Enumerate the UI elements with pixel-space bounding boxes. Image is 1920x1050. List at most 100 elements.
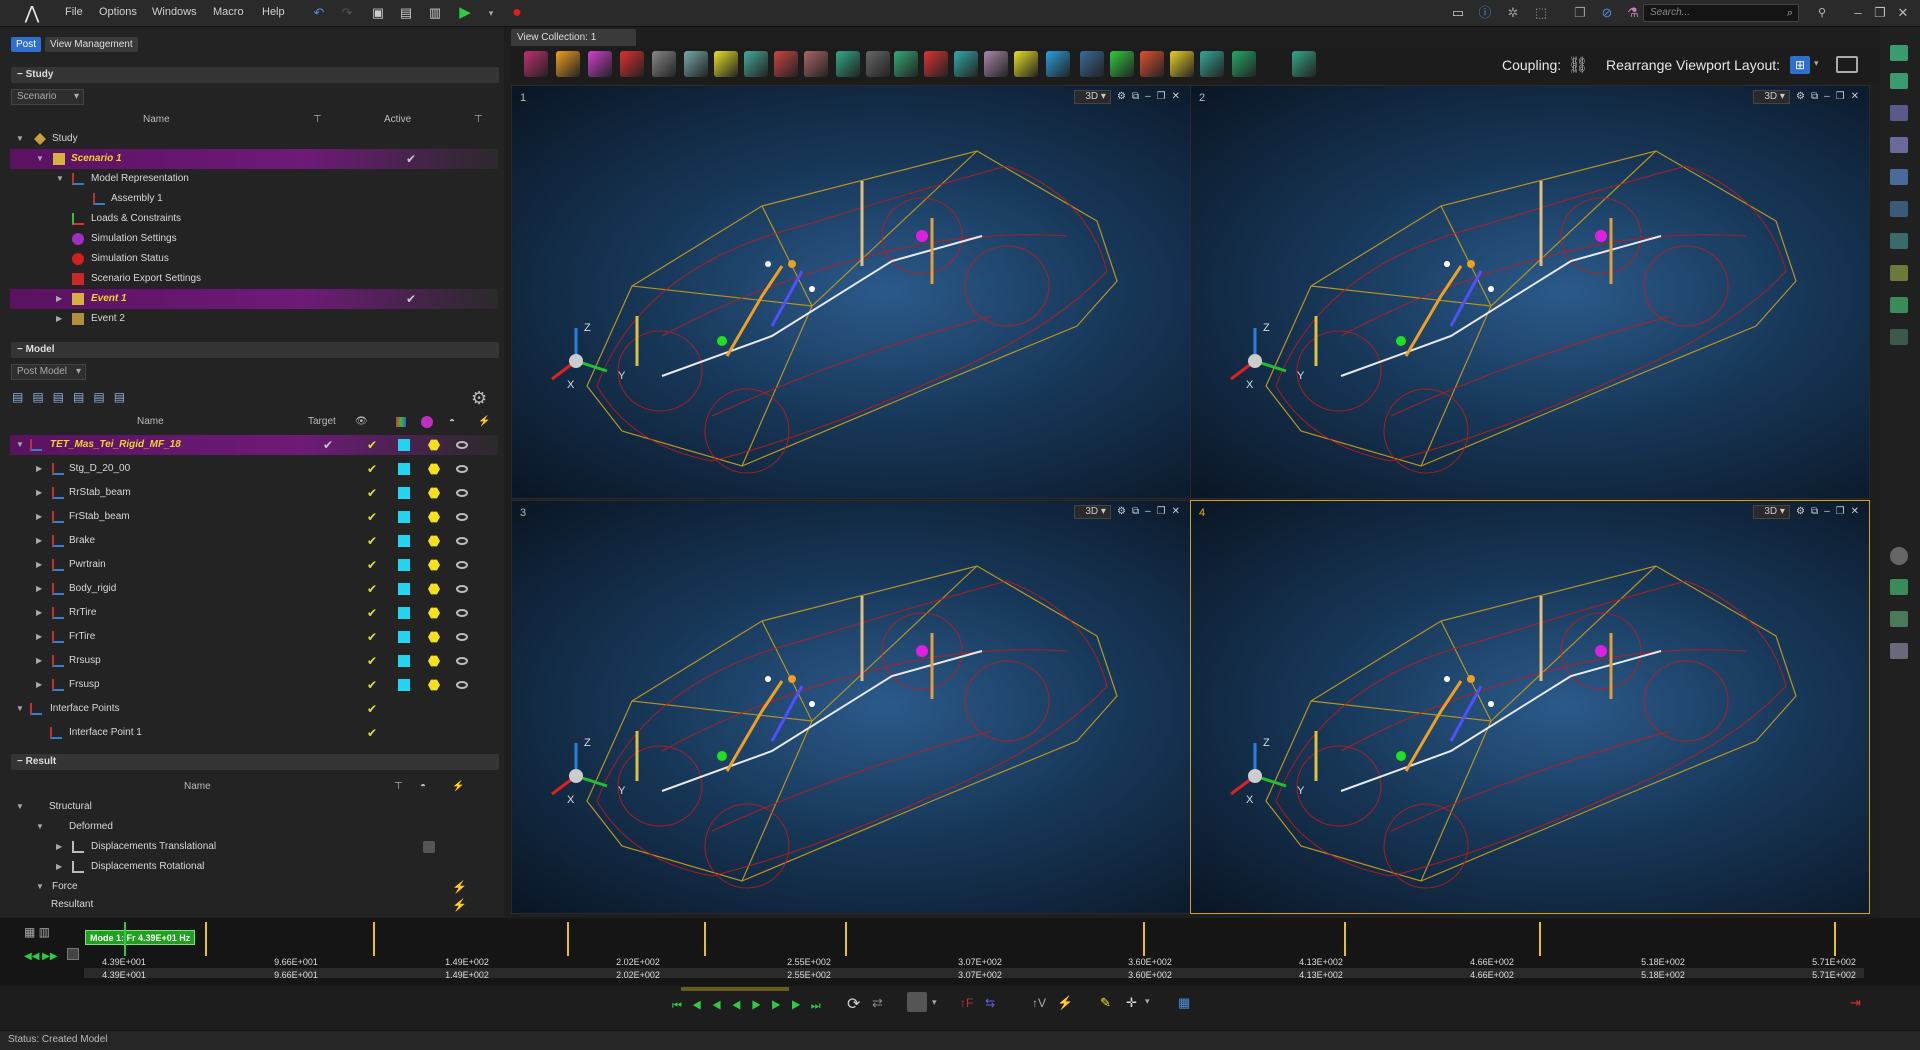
model-row[interactable]: ▶ RrStab_beam ✔ xyxy=(10,483,498,503)
loop-icon[interactable]: ⟳ xyxy=(847,994,860,1014)
result-icon[interactable]: ⚡ xyxy=(452,877,467,897)
expand-icon[interactable]: ▼ xyxy=(36,817,44,837)
result-icon[interactable]: ⚡ xyxy=(1057,995,1073,1011)
copy-icon[interactable]: ❐ xyxy=(1570,4,1590,22)
model-col-name[interactable]: Name xyxy=(137,416,164,427)
target-check[interactable]: ✔ xyxy=(323,435,333,455)
tree-item-displacements-translational[interactable]: ▶ Displacements Translational xyxy=(10,837,498,857)
material-col-icon[interactable] xyxy=(421,416,433,428)
expand-icon[interactable]: ▶ xyxy=(56,309,62,329)
active-check[interactable]: ✔ xyxy=(406,289,416,309)
expand-icon[interactable]: ▼ xyxy=(16,435,24,455)
layer-icon[interactable] xyxy=(1080,51,1104,77)
expand-icon[interactable]: ▼ xyxy=(36,149,44,169)
model-row[interactable]: Interface Point 1 ✔ xyxy=(10,723,498,743)
pencil-icon[interactable]: ✎ xyxy=(1100,995,1111,1011)
trace-icon[interactable]: ↑V xyxy=(1032,996,1046,1010)
tree-item-study[interactable]: ▼ Study xyxy=(10,129,498,149)
sphere-icon[interactable] xyxy=(556,51,580,77)
record-icon[interactable]: ● xyxy=(507,4,527,22)
material-icon[interactable] xyxy=(428,463,440,475)
light-icon[interactable] xyxy=(1170,51,1194,77)
mode-marker[interactable] xyxy=(1834,922,1836,956)
table-icon[interactable]: ▦ xyxy=(1178,995,1190,1011)
visibility-check[interactable]: ✔ xyxy=(367,579,377,599)
expand-icon[interactable]: ▶ xyxy=(36,651,42,671)
vector-icon[interactable]: ⇆ xyxy=(985,996,995,1010)
grid-layout-icon[interactable]: ⊞ xyxy=(1790,56,1810,74)
tab-post[interactable]: Post xyxy=(11,37,42,52)
vehicle-model[interactable] xyxy=(512,86,1191,499)
mode-marker[interactable] xyxy=(373,922,375,956)
visibility-check[interactable]: ✔ xyxy=(367,603,377,623)
tree-item-structural[interactable]: ▼ Structural xyxy=(10,797,498,817)
exit-icon[interactable]: ⇥ xyxy=(1850,995,1861,1011)
mode-marker[interactable] xyxy=(1539,922,1541,956)
force-arrow-icon[interactable]: ↑F xyxy=(960,996,973,1010)
mode-marker[interactable] xyxy=(1344,922,1346,956)
render-icon[interactable] xyxy=(524,51,548,77)
tree-item-displacements-rotational[interactable]: ▶ Displacements Rotational xyxy=(10,857,498,877)
frame-icon[interactable]: ⬚ xyxy=(1531,4,1551,22)
transparency-icon[interactable] xyxy=(456,537,468,545)
transparency-icon[interactable] xyxy=(456,609,468,617)
search-options-icon[interactable]: ⚲ xyxy=(1812,4,1832,22)
transparency-icon[interactable] xyxy=(456,489,468,497)
visibility-col-icon[interactable]: 👁 xyxy=(355,416,368,427)
model-row[interactable]: ▶ FrTire ✔ xyxy=(10,627,498,647)
solver-icon[interactable] xyxy=(1292,51,1316,77)
chevron-down-icon[interactable]: ▾ xyxy=(932,997,937,1008)
tree-item-simulation-status[interactable]: Simulation Status xyxy=(10,249,498,269)
color-swatch[interactable] xyxy=(398,439,410,451)
color-swatch[interactable] xyxy=(398,607,410,619)
visibility-check[interactable]: ✔ xyxy=(367,723,377,743)
force-icon[interactable] xyxy=(984,51,1008,77)
material-icon[interactable] xyxy=(428,679,440,691)
box-icon[interactable] xyxy=(652,51,676,77)
model-row[interactable]: ▼ TET_Mas_Tei_Rigid_MF_18 ✔ ✔ xyxy=(10,435,498,455)
layers-icon[interactable] xyxy=(1890,579,1908,595)
study-section-header[interactable]: − Study xyxy=(11,67,499,83)
model-row[interactable]: ▶ FrStab_beam ✔ xyxy=(10,507,498,527)
chevron-down-icon[interactable]: ▾ xyxy=(1145,996,1150,1007)
search-input[interactable]: Search... xyxy=(1643,4,1799,22)
timeline-settings-icon[interactable] xyxy=(67,948,79,960)
color-col-icon[interactable] xyxy=(396,417,406,427)
expand-icon[interactable]: ▶ xyxy=(56,857,62,877)
beam-icon[interactable] xyxy=(866,51,890,77)
measure-icon[interactable] xyxy=(1890,265,1908,281)
transparency-col-icon[interactable]: ◓ xyxy=(449,416,455,427)
filter-icon[interactable]: ⊤ xyxy=(394,781,403,792)
transparency-icon[interactable] xyxy=(456,657,468,665)
result-col-icon[interactable]: ⚡ xyxy=(452,781,464,792)
model-toolbar-icons[interactable]: ▤▤▤▤▤▤ xyxy=(12,390,172,406)
graph-icon[interactable] xyxy=(1140,51,1164,77)
shape-icon[interactable] xyxy=(1890,643,1908,659)
damper-icon[interactable] xyxy=(954,51,978,77)
save-icon[interactable]: ▥ xyxy=(425,4,445,22)
material-icon[interactable] xyxy=(428,439,440,451)
motion-icon[interactable] xyxy=(1110,51,1134,77)
layers-icon[interactable] xyxy=(1890,45,1908,61)
bounce-icon[interactable]: ⇄ xyxy=(872,995,883,1011)
save-as-icon[interactable]: ▤ xyxy=(396,4,416,22)
expand-icon[interactable]: ▶ xyxy=(36,627,42,647)
study-col-active[interactable]: Active xyxy=(384,114,411,125)
beam-section-icon[interactable] xyxy=(1046,51,1070,77)
timeline-cursor[interactable] xyxy=(124,922,126,956)
expand-icon[interactable]: ▼ xyxy=(16,129,24,149)
expand-icon[interactable]: ▼ xyxy=(16,797,24,817)
crosshair-icon[interactable]: ✛ xyxy=(1126,995,1137,1011)
run-icon[interactable]: ▶ xyxy=(455,4,475,22)
menu-file[interactable]: File xyxy=(65,6,83,18)
model-row[interactable]: ▶ Stg_D_20_00 ✔ xyxy=(10,459,498,479)
expand-icon[interactable]: ▶ xyxy=(56,289,62,309)
bushing-icon[interactable] xyxy=(1014,51,1038,77)
expand-icon[interactable]: ▶ xyxy=(36,603,42,623)
color-swatch[interactable] xyxy=(398,631,410,643)
color-swatch[interactable] xyxy=(398,463,410,475)
tree-item-force[interactable]: ▼ Force ⚡ xyxy=(10,877,498,897)
screen-icon[interactable]: ▭ xyxy=(1448,4,1468,22)
expand-icon[interactable]: ▼ xyxy=(36,877,44,897)
mode-marker[interactable] xyxy=(845,922,847,956)
